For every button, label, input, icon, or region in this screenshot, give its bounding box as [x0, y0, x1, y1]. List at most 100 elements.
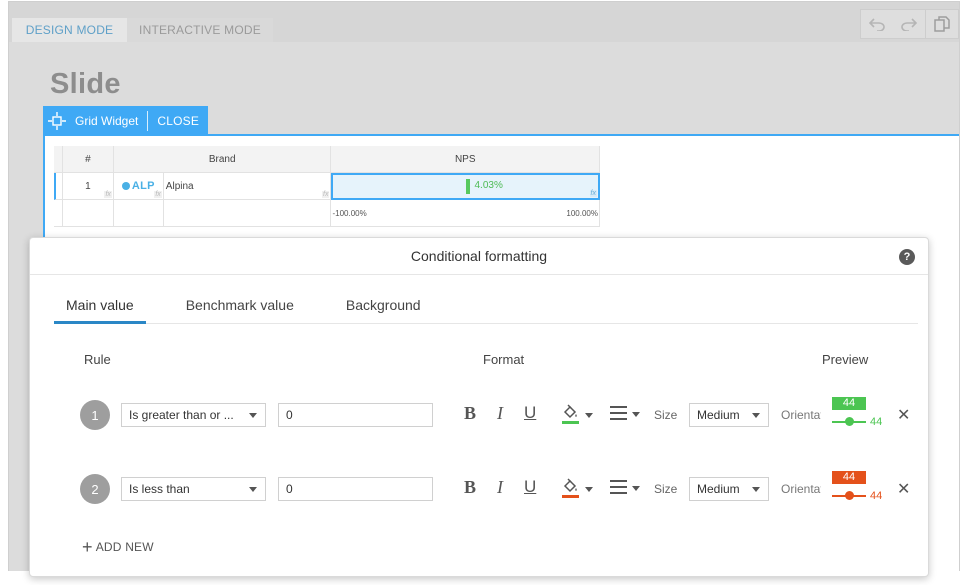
- dialog-tabs: Main value Benchmark value Background: [54, 288, 918, 324]
- grid-header-nps[interactable]: NPS: [331, 146, 600, 173]
- fx-icon[interactable]: fx: [589, 190, 597, 197]
- size-select[interactable]: Medium: [689, 477, 769, 501]
- underline-button[interactable]: U: [524, 403, 536, 423]
- align-icon: [610, 480, 627, 494]
- fill-color-swatch: [562, 495, 579, 498]
- row-number-text: 1: [85, 180, 91, 192]
- redo-icon[interactable]: [893, 10, 925, 38]
- row-handle[interactable]: [54, 173, 63, 200]
- toolbar-divider: [958, 10, 959, 38]
- paint-bucket-icon: [563, 478, 577, 493]
- italic-button[interactable]: I: [497, 477, 503, 498]
- fill-color-swatch: [562, 421, 579, 424]
- format-column-header: Format: [483, 352, 525, 367]
- rule-column-header: Rule: [84, 352, 111, 367]
- chevron-down-icon: [752, 413, 760, 418]
- preview-column-header: Preview: [822, 352, 869, 367]
- fx-icon[interactable]: fx: [104, 191, 112, 198]
- grid-gutter: [54, 200, 63, 227]
- size-value: Medium: [697, 482, 740, 496]
- orientation-label[interactable]: Orientation: [781, 408, 821, 422]
- mode-tabbar: DESIGN MODE INTERACTIVE MODE: [9, 2, 959, 42]
- rule-number: 2: [80, 474, 110, 504]
- slide-title: Slide: [50, 68, 121, 100]
- preview-dot: [845, 491, 854, 500]
- widget-select-icon[interactable]: [43, 106, 71, 135]
- alignment-button[interactable]: [610, 406, 642, 428]
- bold-button[interactable]: B: [464, 477, 476, 498]
- tab-design-mode[interactable]: DESIGN MODE: [12, 18, 127, 42]
- axis-min-label: -100.00%: [332, 209, 367, 218]
- align-icon: [610, 406, 627, 420]
- chevron-down-icon: [249, 487, 257, 492]
- add-new-label: ADD NEW: [95, 540, 154, 554]
- size-label: Size: [654, 482, 678, 496]
- condition-value: Is less than: [129, 482, 190, 496]
- help-icon[interactable]: ?: [899, 249, 915, 265]
- tab-benchmark-value[interactable]: Benchmark value: [174, 288, 306, 324]
- grid-header-brand[interactable]: Brand: [113, 146, 332, 173]
- rule-value-input[interactable]: 0: [278, 403, 433, 427]
- rule-row: 1 Is greater than or ... 0 B I U Size Me…: [30, 397, 930, 433]
- conditional-formatting-dialog: Conditional formatting ? Main value Benc…: [29, 237, 929, 577]
- rule-value-input[interactable]: 0: [278, 477, 433, 501]
- size-value: Medium: [697, 408, 740, 422]
- rule-row: 2 Is less than 0 B I U Size Medium Orien…: [30, 471, 930, 507]
- copy-icon[interactable]: [926, 10, 958, 38]
- rule-preview: 44 44: [832, 471, 892, 507]
- size-select[interactable]: Medium: [689, 403, 769, 427]
- axis-max-label: 100.00%: [566, 209, 598, 218]
- fx-icon[interactable]: fx: [322, 191, 330, 198]
- delete-rule-button[interactable]: ✕: [897, 405, 910, 425]
- preview-number: 44: [870, 490, 883, 502]
- chevron-down-icon: [585, 413, 593, 418]
- brand-cell[interactable]: Alpina fx: [163, 173, 332, 200]
- preview-number: 44: [870, 416, 883, 428]
- chevron-down-icon: [249, 413, 257, 418]
- condition-select[interactable]: Is greater than or ...: [121, 403, 266, 427]
- rule-preview: 44 44: [832, 397, 892, 433]
- grid-gutter: [54, 146, 63, 173]
- condition-select[interactable]: Is less than: [121, 477, 266, 501]
- grid-widget: # Brand NPS 1 fx ALP fx Alpina fx 4.03% …: [54, 146, 600, 227]
- brand-logo-cell[interactable]: ALP fx: [113, 173, 164, 200]
- brand-name: Alpina: [165, 180, 194, 192]
- preview-badge: 44: [832, 471, 866, 484]
- tab-main-value[interactable]: Main value: [54, 288, 146, 324]
- row-number[interactable]: 1 fx: [62, 173, 114, 200]
- alignment-button[interactable]: [610, 480, 642, 502]
- rule-number: 1: [80, 400, 110, 430]
- grid-header-num[interactable]: #: [62, 146, 114, 173]
- nps-cell[interactable]: 4.03% fx: [331, 173, 600, 200]
- fill-color-button[interactable]: [562, 404, 594, 426]
- grid-axis-row: -100.00% 100.00%: [54, 200, 600, 227]
- chevron-down-icon: [752, 487, 760, 492]
- preview-dot: [845, 417, 854, 426]
- underline-button[interactable]: U: [524, 477, 536, 497]
- paint-bucket-icon: [563, 404, 577, 419]
- widget-header: Grid Widget CLOSE: [43, 106, 209, 135]
- brand-logo-text: ALP: [131, 180, 155, 192]
- dialog-title: Conditional formatting: [410, 248, 548, 264]
- grid-header-row: # Brand NPS: [54, 146, 600, 173]
- axis-empty-cell: [163, 200, 332, 227]
- italic-button[interactable]: I: [497, 403, 503, 424]
- bold-button[interactable]: B: [464, 403, 476, 424]
- delete-rule-button[interactable]: ✕: [897, 479, 910, 499]
- tab-background[interactable]: Background: [334, 288, 433, 324]
- orientation-label[interactable]: Orientation: [781, 482, 821, 496]
- add-new-button[interactable]: + ADD NEW: [82, 538, 154, 556]
- logo-dot-icon: [121, 181, 130, 190]
- grid-row: 1 fx ALP fx Alpina fx 4.03% fx: [54, 173, 600, 200]
- axis-empty-cell: [113, 200, 164, 227]
- fx-icon[interactable]: fx: [154, 191, 162, 198]
- fill-color-button[interactable]: [562, 478, 594, 500]
- dialog-header: Conditional formatting ?: [30, 238, 928, 275]
- widget-close-button[interactable]: CLOSE: [148, 114, 208, 128]
- top-toolbar: [860, 9, 959, 39]
- undo-icon[interactable]: [861, 10, 893, 38]
- chevron-down-icon: [632, 412, 640, 417]
- chevron-down-icon: [585, 487, 593, 492]
- tab-interactive-mode[interactable]: INTERACTIVE MODE: [127, 18, 273, 42]
- plus-icon: +: [82, 537, 93, 557]
